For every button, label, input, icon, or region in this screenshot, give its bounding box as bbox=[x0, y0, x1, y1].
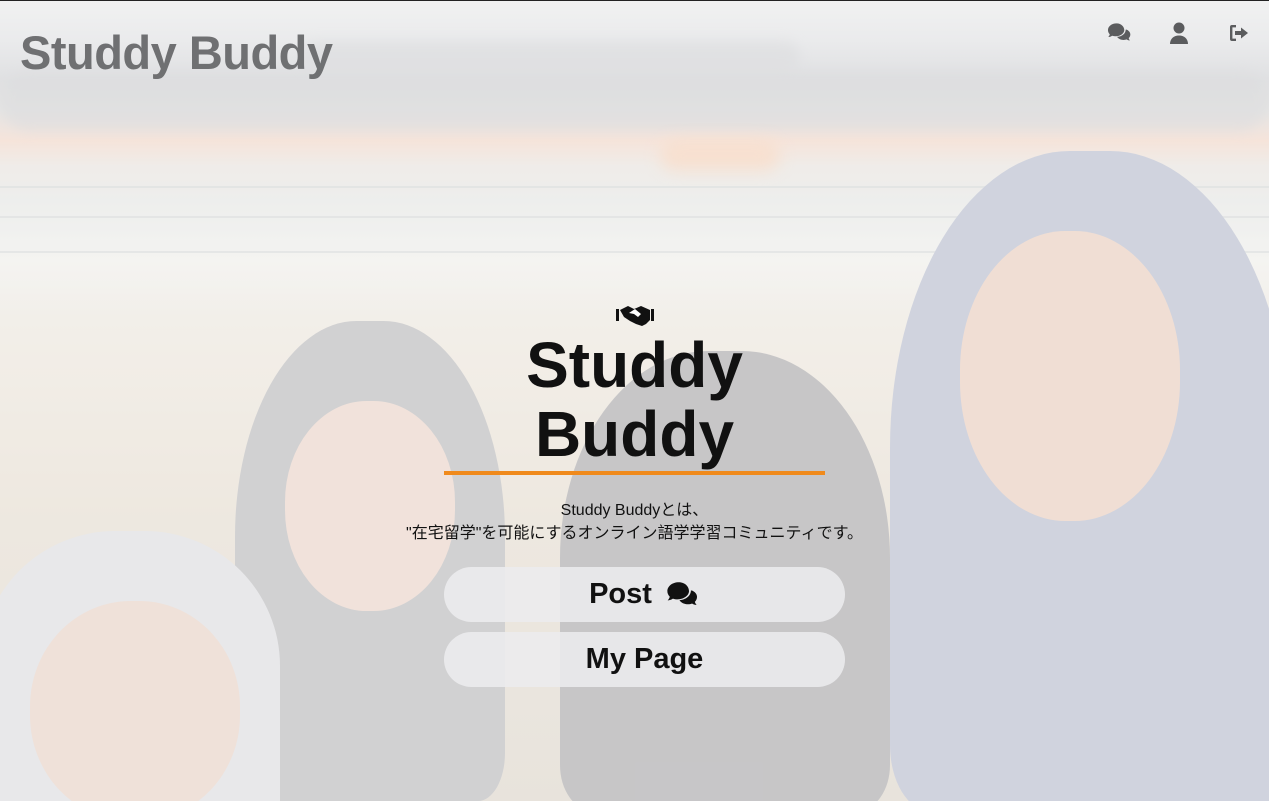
user-icon[interactable] bbox=[1167, 21, 1191, 45]
post-button[interactable]: Post bbox=[444, 567, 845, 622]
hero-description-line: "在宅留学"を可能にするオンライン語学学習コミュニティです。 bbox=[406, 525, 863, 542]
title-underline bbox=[444, 471, 825, 475]
post-button-label: Post bbox=[589, 578, 652, 610]
hero-section: Studdy Buddy Studdy Buddyとは、 "在宅留学"を可能にす… bbox=[0, 301, 1269, 687]
top-nav bbox=[1107, 21, 1251, 45]
hero-description-line: Studdy Buddyとは、 bbox=[560, 502, 709, 519]
comments-icon[interactable] bbox=[1107, 21, 1131, 45]
brand-logo-link[interactable]: Studdy Buddy bbox=[20, 25, 333, 80]
hero-description: Studdy Buddyとは、 "在宅留学"を可能にするオンライン語学学習コミュ… bbox=[0, 499, 1269, 545]
page: Studdy Buddy Studdy Buddy Studdy Buddyとは… bbox=[0, 0, 1269, 801]
handshake-icon bbox=[615, 306, 654, 326]
my-page-button-label: My Page bbox=[585, 643, 704, 675]
hero-title-line: Buddy bbox=[534, 398, 735, 470]
sign-out-icon[interactable] bbox=[1227, 21, 1251, 45]
comments-icon bbox=[667, 581, 697, 605]
my-page-button[interactable]: My Page bbox=[444, 632, 845, 687]
hero-title-line: Studdy bbox=[526, 329, 743, 401]
hero-title: Studdy Buddy bbox=[445, 331, 825, 469]
